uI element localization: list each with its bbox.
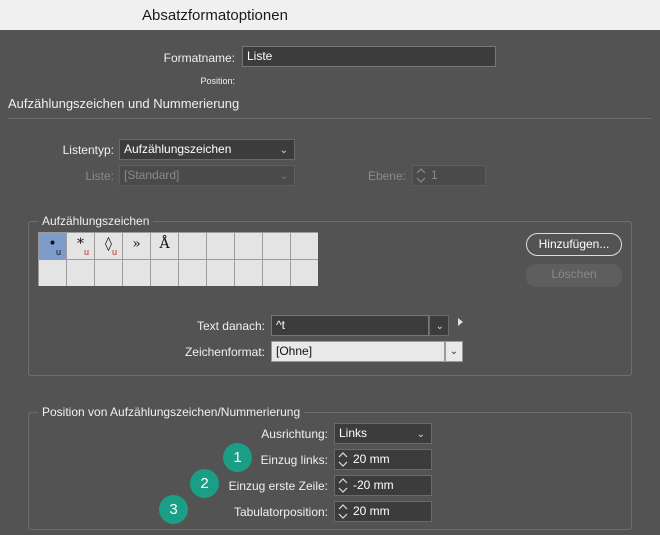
bullet-glyph: ◊ [105, 236, 112, 252]
stepper-arrows-icon[interactable] [338, 477, 348, 494]
tab-position-value: 20 mm [353, 504, 390, 518]
chevron-down-icon: ⌄ [416, 429, 425, 440]
glyph-cell[interactable]: ◊ u [95, 233, 122, 259]
list-dropdown[interactable]: [Standard] ⌄ [119, 165, 295, 186]
level-stepper[interactable]: 1 [412, 165, 486, 186]
bullet-glyph-grid: • u * u ◊ u » Å [38, 232, 318, 286]
glyph-cell-empty[interactable] [179, 233, 206, 259]
glyph-cell-empty[interactable] [235, 260, 262, 286]
glyph-cell-empty[interactable] [151, 260, 178, 286]
alignment-label: Ausrichtung: [261, 427, 328, 441]
text-after-dropdown-button[interactable]: ⌄ [429, 315, 449, 336]
bullet-glyph: * [77, 236, 84, 252]
bullet-glyph: Å [159, 236, 170, 252]
title-bar: Absatzformatoptionen [0, 0, 660, 30]
delete-button[interactable]: Löschen [526, 264, 622, 287]
glyph-cell-empty[interactable] [263, 260, 290, 286]
left-indent-label: Einzug links: [260, 453, 328, 467]
glyph-cell-empty[interactable] [207, 260, 234, 286]
glyph-cell-empty[interactable] [179, 260, 206, 286]
glyph-sub: u [83, 247, 89, 257]
chevron-down-icon: ⌄ [435, 321, 444, 332]
text-after-label: Text danach: [196, 319, 265, 333]
glyph-cell-empty[interactable] [263, 233, 290, 259]
chevron-down-icon: ⌄ [279, 145, 288, 156]
special-chars-menu-icon[interactable] [458, 318, 463, 326]
glyph-cell-empty[interactable] [67, 260, 94, 286]
position-group [28, 412, 632, 530]
glyph-cell[interactable]: • u [39, 233, 66, 259]
glyph-cell-empty[interactable] [207, 233, 234, 259]
stepper-arrows-icon[interactable] [338, 451, 348, 468]
list-label: Liste: [85, 169, 114, 183]
glyph-cell-empty[interactable] [291, 233, 318, 259]
bullet-glyph: • [48, 236, 57, 252]
list-type-value: Aufzählungszeichen [124, 142, 232, 156]
stepper-arrows-icon[interactable] [338, 503, 348, 520]
bullet-glyph: » [132, 236, 141, 252]
glyph-cell[interactable]: * u [67, 233, 94, 259]
alignment-dropdown[interactable]: Links ⌄ [334, 423, 432, 444]
tab-position-stepper[interactable]: 20 mm [334, 501, 432, 522]
glyph-sub: u [55, 247, 61, 257]
char-style-value: [Ohne] [276, 344, 313, 358]
section-title: Aufzählungszeichen und Nummerierung [8, 96, 240, 111]
glyph-sub: u [111, 247, 117, 257]
first-line-indent-stepper[interactable]: -20 mm [334, 475, 432, 496]
chevron-down-icon[interactable]: ⌄ [445, 341, 463, 362]
tab-position-label: Tabulatorposition: [233, 505, 328, 519]
left-indent-stepper[interactable]: 20 mm [334, 449, 432, 470]
text-after-field[interactable]: ^t [271, 315, 429, 336]
chevron-down-icon: ⌄ [279, 171, 288, 182]
position-group-title: Position von Aufzählungszeichen/Nummerie… [38, 405, 305, 419]
glyph-cell[interactable]: » [123, 233, 150, 259]
glyph-cell-empty[interactable] [95, 260, 122, 286]
format-name-field[interactable]: Liste [242, 46, 496, 67]
glyph-cell-empty[interactable] [291, 260, 318, 286]
format-name-label: Formatname: [163, 51, 235, 65]
stepper-arrows-icon [416, 168, 426, 183]
glyph-cell-empty[interactable] [235, 233, 262, 259]
left-indent-value: 20 mm [353, 452, 390, 466]
first-line-indent-label: Einzug erste Zeile: [228, 479, 328, 493]
list-type-label: Listentyp: [62, 143, 114, 157]
char-style-dropdown[interactable]: [Ohne] [271, 341, 445, 362]
glyph-cell-empty[interactable] [39, 260, 66, 286]
glyph-cell[interactable]: Å [151, 233, 178, 259]
add-button[interactable]: Hinzufügen... [526, 233, 622, 256]
level-value: 1 [431, 168, 438, 182]
bullets-group-title: Aufzählungszeichen [38, 214, 154, 228]
window-title: Absatzformatoptionen [142, 7, 288, 24]
callout-badge-3: 3 [159, 495, 188, 524]
alignment-value: Links [339, 426, 368, 440]
list-type-dropdown[interactable]: Aufzählungszeichen ⌄ [119, 139, 295, 160]
position-label: Position: [200, 76, 235, 86]
level-label: Ebene: [367, 169, 406, 183]
char-style-label: Zeichenformat: [184, 345, 265, 359]
section-divider [8, 118, 652, 119]
glyph-cell-empty[interactable] [123, 260, 150, 286]
list-value: [Standard] [124, 168, 180, 182]
first-line-indent-value: -20 mm [353, 478, 394, 492]
